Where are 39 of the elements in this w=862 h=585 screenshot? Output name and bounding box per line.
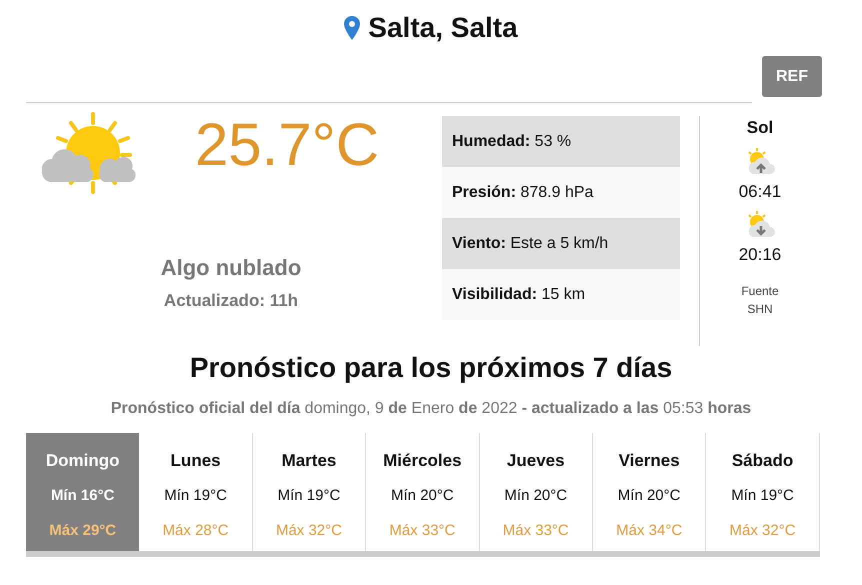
detail-text: Visibilidad: 15 km — [452, 284, 586, 304]
updated-text: Actualizado: 11h — [162, 290, 300, 312]
max-temperature: Máx 29°C — [48, 520, 118, 541]
max-temperature: Máx 28°C — [162, 520, 230, 541]
max-temperature: Máx 34°C — [615, 520, 684, 541]
max-temperature: Máx 32°C — [274, 520, 343, 541]
refresh-button[interactable]: REF — [762, 56, 822, 97]
min-temperature: Mín 16°C — [50, 486, 116, 506]
sunrise-time: 06:41 — [738, 180, 782, 202]
day-tab[interactable]: Domingo Mín 16°C Máx 29°C — [26, 432, 140, 551]
detail-text: Presión: 878.9 hPa — [452, 182, 594, 202]
min-temperature: Mín 20°C — [503, 486, 568, 506]
sunset-time: 20:16 — [738, 244, 782, 266]
condition-text: Algo nublado — [160, 254, 302, 282]
detail-text: Viento: Este a 5 km/h — [452, 234, 608, 254]
min-temperature: Mín 19°C — [163, 486, 228, 506]
day-name: Jueves — [506, 450, 566, 472]
location-title: Salta, Salta — [368, 11, 518, 45]
forecast-subtitle: Pronóstico oficial del día domingo, 9 de Enero de 2022 - actualizado a las 05:53 horas — [110, 398, 752, 419]
temperature: 25.7°C — [194, 115, 380, 180]
min-temperature: Mín 19°C — [276, 486, 342, 506]
source-text: Fuente — [741, 282, 779, 300]
max-temperature: Máx 33°C — [388, 520, 456, 541]
day-name: Domingo — [44, 450, 121, 472]
max-temperature: Máx 32°C — [728, 520, 797, 541]
day-name: Miércoles — [382, 450, 463, 472]
day-name: Martes — [280, 450, 338, 472]
detail-text: Humedad: 53 % — [452, 132, 572, 152]
sun-title: Sol — [746, 117, 774, 139]
min-temperature: Mín 20°C — [390, 486, 455, 506]
min-temperature: Mín 19°C — [730, 486, 795, 506]
day-name: Sábado — [730, 450, 794, 472]
min-temperature: Mín 20°C — [616, 486, 682, 506]
forecast-heading: Pronóstico para los próximos 7 días — [188, 351, 674, 385]
day-name: Lunes — [170, 450, 222, 472]
source-text: SHN — [746, 300, 774, 318]
max-temperature: Máx 33°C — [502, 520, 570, 541]
day-name: Viernes — [618, 450, 681, 472]
location-pin-icon — [344, 16, 360, 40]
